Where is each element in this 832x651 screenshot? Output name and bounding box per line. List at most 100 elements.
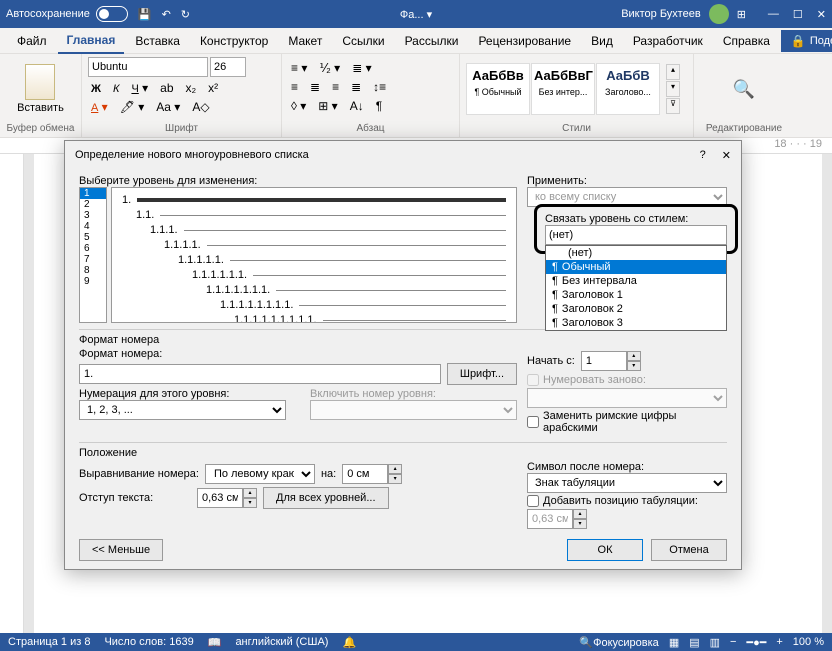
add-tab-checkbox[interactable]	[527, 495, 539, 507]
superscript-button[interactable]: x²	[205, 80, 221, 96]
zoom-in-icon[interactable]: +	[776, 636, 782, 648]
dropdown-item[interactable]: ¶Заголовок 3	[546, 316, 726, 330]
font-color-button[interactable]: A ▾	[88, 99, 111, 115]
align-label: Выравнивание номера:	[79, 468, 199, 480]
tab-refs[interactable]: Ссылки	[333, 29, 393, 53]
replace-roman-checkbox[interactable]	[527, 416, 539, 428]
align-left-button[interactable]: ≡	[288, 79, 301, 95]
status-words[interactable]: Число слов: 1639	[104, 636, 193, 648]
less-button[interactable]: << Меньше	[79, 539, 163, 561]
style-heading1[interactable]: АаБбВЗаголово...	[596, 63, 660, 115]
spin-up[interactable]: ▴	[627, 351, 641, 361]
for-all-levels-button[interactable]: Для всех уровней...	[263, 487, 389, 509]
status-page[interactable]: Страница 1 из 8	[8, 636, 90, 648]
multilevel-button[interactable]: ≣ ▾	[349, 60, 374, 76]
view-web-icon[interactable]: ▥	[710, 636, 720, 649]
tab-insert[interactable]: Вставка	[126, 29, 189, 53]
shading-button[interactable]: ◊ ▾	[288, 98, 309, 114]
focus-button[interactable]: 🔍Фокусировка	[579, 636, 658, 649]
tab-help[interactable]: Справка	[714, 29, 779, 53]
bullets-button[interactable]: ≡ ▾	[288, 60, 310, 76]
align-center-button[interactable]: ≣	[307, 79, 323, 95]
change-case-button[interactable]: Aa ▾	[153, 99, 183, 115]
close-icon[interactable]: ✕	[817, 8, 826, 21]
cancel-button[interactable]: Отмена	[651, 539, 727, 561]
spin-down[interactable]: ▾	[627, 361, 641, 371]
minimize-icon[interactable]: —	[768, 8, 779, 21]
numbering-button[interactable]: ⅟₂ ▾	[316, 60, 343, 76]
autosave-toggle[interactable]	[96, 6, 128, 22]
style-normal[interactable]: АаБбВв¶ Обычный	[466, 63, 530, 115]
level-list[interactable]: 1 2 3 4 5 6 7 8 9	[79, 187, 107, 323]
line-spacing-button[interactable]: ↕≡	[370, 79, 389, 95]
link-style-dropdown[interactable]: (нет) ¶Обычный ¶Без интервала ¶Заголовок…	[545, 245, 727, 331]
ok-button[interactable]: ОК	[567, 539, 643, 561]
dropdown-item[interactable]: ¶Без интервала	[546, 274, 726, 288]
user-name[interactable]: Виктор Бухтеев	[621, 8, 700, 20]
apply-to-label: Применить:	[527, 175, 727, 187]
show-marks-button[interactable]: ¶	[373, 98, 385, 114]
indent-input[interactable]	[197, 488, 243, 508]
strike-button[interactable]: ab	[157, 80, 176, 96]
autosave-label: Автосохранение	[6, 8, 90, 20]
view-read-icon[interactable]: ▦	[669, 636, 679, 649]
subscript-button[interactable]: x₂	[183, 80, 200, 96]
tab-home[interactable]: Главная	[58, 28, 125, 54]
save-icon[interactable]: 💾	[138, 8, 152, 21]
symbol-after-select[interactable]: Знак табуляции	[527, 473, 727, 493]
status-spellcheck-icon[interactable]: 📖	[208, 636, 222, 649]
num-for-level-select[interactable]: 1, 2, 3, ...	[79, 400, 286, 420]
tab-file[interactable]: Файл	[8, 29, 56, 53]
paste-button[interactable]: Вставить	[17, 64, 64, 114]
justify-button[interactable]: ≣	[348, 79, 364, 95]
dropdown-item[interactable]: ¶Заголовок 1	[546, 288, 726, 302]
dropdown-item[interactable]: (нет)	[546, 246, 726, 260]
align-select[interactable]: По левому краю	[205, 464, 315, 484]
underline-button[interactable]: Ч ▾	[128, 80, 151, 96]
align-right-button[interactable]: ≡	[329, 79, 342, 95]
tab-layout[interactable]: Макет	[279, 29, 331, 53]
bold-button[interactable]: Ж	[88, 80, 104, 96]
tab-dev[interactable]: Разработчик	[624, 29, 712, 53]
zoom-out-icon[interactable]: −	[730, 636, 736, 648]
tab-mail[interactable]: Рассылки	[396, 29, 468, 53]
tab-review[interactable]: Рецензирование	[469, 29, 580, 53]
font-button[interactable]: Шрифт...	[447, 363, 517, 385]
italic-button[interactable]: К	[110, 80, 122, 96]
font-name-select[interactable]	[88, 57, 208, 77]
status-accessibility-icon[interactable]: 🔔	[342, 636, 356, 649]
font-size-select[interactable]	[210, 57, 246, 77]
clear-format-button[interactable]: A◇	[189, 99, 212, 115]
renumber-select	[527, 388, 727, 408]
dialog-close-icon[interactable]: ✕	[722, 149, 731, 162]
dialog-help-icon[interactable]: ?	[700, 149, 706, 162]
find-icon[interactable]: 🔍	[733, 79, 755, 100]
style-nospacing[interactable]: АаБбВвГБез интер...	[531, 63, 595, 115]
highlight-button[interactable]: 🖊 ▾	[117, 99, 148, 115]
at-input[interactable]	[342, 464, 388, 484]
dropdown-item-selected[interactable]: ¶Обычный	[546, 260, 726, 274]
zoom-level[interactable]: 100 %	[793, 636, 824, 648]
styles-more-icon[interactable]: ⊽	[666, 98, 680, 114]
zoom-slider[interactable]: ━●━	[746, 636, 766, 649]
tab-view[interactable]: Вид	[582, 29, 622, 53]
start-at-input[interactable]	[581, 351, 627, 371]
maximize-icon[interactable]: ☐	[793, 8, 803, 21]
num-format-input[interactable]	[79, 364, 441, 384]
share-button[interactable]: 🔒 Поделиться	[781, 30, 832, 52]
sort-button[interactable]: A↓	[347, 98, 367, 114]
borders-button[interactable]: ⊞ ▾	[315, 98, 340, 114]
multilevel-list-dialog: Определение нового многоуровневого списк…	[64, 140, 742, 570]
styles-up-icon[interactable]: ▴	[666, 64, 680, 80]
status-lang[interactable]: английский (США)	[235, 636, 328, 648]
ribbon-display-icon[interactable]: ⊞	[737, 8, 746, 21]
paragraph-group-label: Абзац	[288, 121, 453, 134]
view-print-icon[interactable]: ▤	[689, 636, 699, 649]
dropdown-item[interactable]: ¶Заголовок 2	[546, 302, 726, 316]
styles-down-icon[interactable]: ▾	[666, 81, 680, 97]
tab-design[interactable]: Конструктор	[191, 29, 277, 53]
redo-icon[interactable]: ↻	[181, 8, 190, 21]
avatar[interactable]	[709, 4, 729, 24]
undo-icon[interactable]: ↶	[162, 8, 171, 21]
link-style-select[interactable]	[545, 225, 727, 245]
